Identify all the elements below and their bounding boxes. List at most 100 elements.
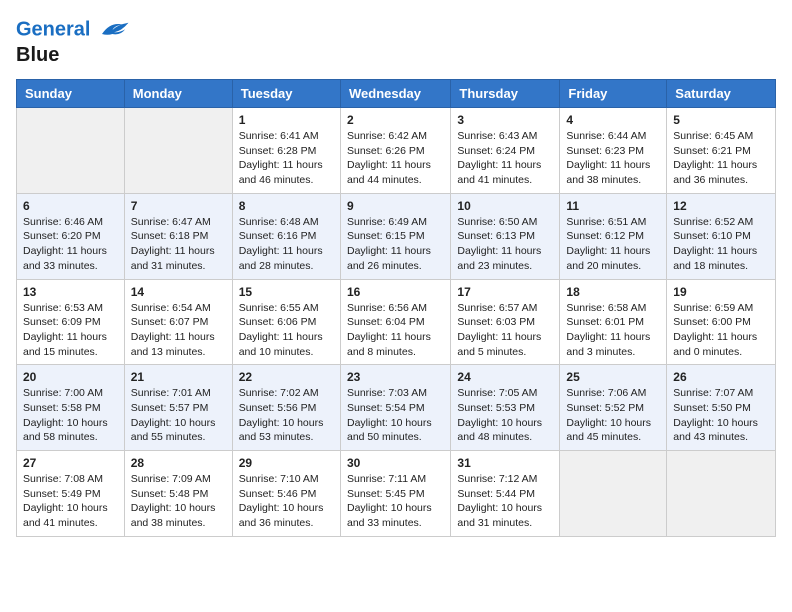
calendar-cell: 9 Sunrise: 6:49 AMSunset: 6:15 PMDaylight… bbox=[340, 193, 450, 279]
calendar-cell: 29Sunrise: 7:10 AMSunset: 5:46 PMDayligh… bbox=[232, 451, 340, 537]
day-number: 13 bbox=[23, 285, 118, 299]
day-number: 8 bbox=[239, 199, 334, 213]
cell-info: Sunrise: 6:56 AMSunset: 6:04 PMDaylight:… bbox=[347, 301, 444, 360]
calendar-cell: 11 Sunrise: 6:51 AMSunset: 6:12 PMDayligh… bbox=[560, 193, 667, 279]
cell-info: Sunrise: 7:00 AMSunset: 5:58 PMDaylight:… bbox=[23, 386, 118, 445]
day-number: 27 bbox=[23, 456, 118, 470]
cell-info: Sunrise: 6:49 AMSunset: 6:15 PMDaylight:… bbox=[347, 215, 444, 274]
calendar-cell: 5 Sunrise: 6:45 AMSunset: 6:21 PMDaylight… bbox=[667, 108, 776, 194]
calendar-cell bbox=[17, 108, 125, 194]
calendar-cell: 23 Sunrise: 7:03 AMSunset: 5:54 PMDayligh… bbox=[340, 365, 450, 451]
day-number: 11 bbox=[566, 199, 660, 213]
header-tuesday: Tuesday bbox=[232, 80, 340, 108]
day-number: 1 bbox=[239, 113, 334, 127]
calendar-cell: 1Sunrise: 6:41 AMSunset: 6:28 PMDaylight… bbox=[232, 108, 340, 194]
calendar-cell: 4Sunrise: 6:44 AMSunset: 6:23 PMDaylight… bbox=[560, 108, 667, 194]
calendar-cell: 26 Sunrise: 7:07 AMSunset: 5:50 PMDayligh… bbox=[667, 365, 776, 451]
day-number: 16 bbox=[347, 285, 444, 299]
cell-info: Sunrise: 6:50 AMSunset: 6:13 PMDaylight:… bbox=[457, 215, 553, 274]
calendar-header-row: SundayMondayTuesdayWednesdayThursdayFrid… bbox=[17, 80, 776, 108]
day-number: 29 bbox=[239, 456, 334, 470]
day-number: 26 bbox=[673, 370, 769, 384]
calendar-cell: 7 Sunrise: 6:47 AMSunset: 6:18 PMDaylight… bbox=[124, 193, 232, 279]
calendar-cell: 30Sunrise: 7:11 AMSunset: 5:45 PMDayligh… bbox=[340, 451, 450, 537]
calendar-cell: 8 Sunrise: 6:48 AMSunset: 6:16 PMDaylight… bbox=[232, 193, 340, 279]
day-number: 6 bbox=[23, 199, 118, 213]
calendar-cell: 24 Sunrise: 7:05 AMSunset: 5:53 PMDayligh… bbox=[451, 365, 560, 451]
calendar-cell: 22Sunrise: 7:02 AMSunset: 5:56 PMDayligh… bbox=[232, 365, 340, 451]
logo-general: General bbox=[16, 18, 90, 40]
cell-info: Sunrise: 7:06 AMSunset: 5:52 PMDaylight:… bbox=[566, 386, 660, 445]
cell-info: Sunrise: 6:52 AMSunset: 6:10 PMDaylight:… bbox=[673, 215, 769, 274]
cell-info: Sunrise: 6:59 AMSunset: 6:00 PMDaylight:… bbox=[673, 301, 769, 360]
calendar-week-row: 27 Sunrise: 7:08 AMSunset: 5:49 PMDayligh… bbox=[17, 451, 776, 537]
calendar-week-row: 1Sunrise: 6:41 AMSunset: 6:28 PMDaylight… bbox=[17, 108, 776, 194]
cell-info: Sunrise: 6:51 AMSunset: 6:12 PMDaylight:… bbox=[566, 215, 660, 274]
cell-info: Sunrise: 7:07 AMSunset: 5:50 PMDaylight:… bbox=[673, 386, 769, 445]
header-monday: Monday bbox=[124, 80, 232, 108]
day-number: 14 bbox=[131, 285, 226, 299]
cell-info: Sunrise: 7:01 AMSunset: 5:57 PMDaylight:… bbox=[131, 386, 226, 445]
header-wednesday: Wednesday bbox=[340, 80, 450, 108]
day-number: 10 bbox=[457, 199, 553, 213]
calendar-cell bbox=[560, 451, 667, 537]
day-number: 12 bbox=[673, 199, 769, 213]
calendar-cell: 28Sunrise: 7:09 AMSunset: 5:48 PMDayligh… bbox=[124, 451, 232, 537]
day-number: 18 bbox=[566, 285, 660, 299]
calendar-week-row: 20 Sunrise: 7:00 AMSunset: 5:58 PMDayligh… bbox=[17, 365, 776, 451]
cell-info: Sunrise: 7:03 AMSunset: 5:54 PMDaylight:… bbox=[347, 386, 444, 445]
page-header: General Blue bbox=[16, 16, 776, 67]
calendar-cell: 31 Sunrise: 7:12 AMSunset: 5:44 PMDayligh… bbox=[451, 451, 560, 537]
day-number: 31 bbox=[457, 456, 553, 470]
cell-info: Sunrise: 6:44 AMSunset: 6:23 PMDaylight:… bbox=[566, 129, 660, 188]
cell-info: Sunrise: 6:47 AMSunset: 6:18 PMDaylight:… bbox=[131, 215, 226, 274]
cell-info: Sunrise: 6:48 AMSunset: 6:16 PMDaylight:… bbox=[239, 215, 334, 274]
day-number: 2 bbox=[347, 113, 444, 127]
cell-info: Sunrise: 6:53 AMSunset: 6:09 PMDaylight:… bbox=[23, 301, 118, 360]
calendar-cell: 2Sunrise: 6:42 AMSunset: 6:26 PMDaylight… bbox=[340, 108, 450, 194]
day-number: 28 bbox=[131, 456, 226, 470]
calendar-cell: 18 Sunrise: 6:58 AMSunset: 6:01 PMDayligh… bbox=[560, 279, 667, 365]
cell-info: Sunrise: 7:08 AMSunset: 5:49 PMDaylight:… bbox=[23, 472, 118, 531]
cell-info: Sunrise: 6:43 AMSunset: 6:24 PMDaylight:… bbox=[457, 129, 553, 188]
day-number: 7 bbox=[131, 199, 226, 213]
calendar-cell: 10 Sunrise: 6:50 AMSunset: 6:13 PMDayligh… bbox=[451, 193, 560, 279]
calendar-cell: 19 Sunrise: 6:59 AMSunset: 6:00 PMDayligh… bbox=[667, 279, 776, 365]
calendar-cell: 3 Sunrise: 6:43 AMSunset: 6:24 PMDaylight… bbox=[451, 108, 560, 194]
day-number: 24 bbox=[457, 370, 553, 384]
cell-info: Sunrise: 6:58 AMSunset: 6:01 PMDaylight:… bbox=[566, 301, 660, 360]
day-number: 9 bbox=[347, 199, 444, 213]
day-number: 23 bbox=[347, 370, 444, 384]
day-number: 22 bbox=[239, 370, 334, 384]
day-number: 5 bbox=[673, 113, 769, 127]
calendar-cell bbox=[667, 451, 776, 537]
cell-info: Sunrise: 6:45 AMSunset: 6:21 PMDaylight:… bbox=[673, 129, 769, 188]
calendar-cell: 14 Sunrise: 6:54 AMSunset: 6:07 PMDayligh… bbox=[124, 279, 232, 365]
header-saturday: Saturday bbox=[667, 80, 776, 108]
calendar-cell: 21 Sunrise: 7:01 AMSunset: 5:57 PMDayligh… bbox=[124, 365, 232, 451]
header-thursday: Thursday bbox=[451, 80, 560, 108]
calendar-cell: 13 Sunrise: 6:53 AMSunset: 6:09 PMDayligh… bbox=[17, 279, 125, 365]
day-number: 21 bbox=[131, 370, 226, 384]
calendar-cell: 6 Sunrise: 6:46 AMSunset: 6:20 PMDaylight… bbox=[17, 193, 125, 279]
logo-bird-icon bbox=[98, 16, 130, 44]
header-sunday: Sunday bbox=[17, 80, 125, 108]
header-friday: Friday bbox=[560, 80, 667, 108]
cell-info: Sunrise: 7:12 AMSunset: 5:44 PMDaylight:… bbox=[457, 472, 553, 531]
day-number: 20 bbox=[23, 370, 118, 384]
calendar-week-row: 13 Sunrise: 6:53 AMSunset: 6:09 PMDayligh… bbox=[17, 279, 776, 365]
calendar-cell: 12 Sunrise: 6:52 AMSunset: 6:10 PMDayligh… bbox=[667, 193, 776, 279]
day-number: 19 bbox=[673, 285, 769, 299]
day-number: 3 bbox=[457, 113, 553, 127]
day-number: 25 bbox=[566, 370, 660, 384]
cell-info: Sunrise: 6:55 AMSunset: 6:06 PMDaylight:… bbox=[239, 301, 334, 360]
calendar-week-row: 6 Sunrise: 6:46 AMSunset: 6:20 PMDaylight… bbox=[17, 193, 776, 279]
calendar-table: SundayMondayTuesdayWednesdayThursdayFrid… bbox=[16, 79, 776, 537]
cell-info: Sunrise: 7:05 AMSunset: 5:53 PMDaylight:… bbox=[457, 386, 553, 445]
cell-info: Sunrise: 6:54 AMSunset: 6:07 PMDaylight:… bbox=[131, 301, 226, 360]
calendar-cell: 27 Sunrise: 7:08 AMSunset: 5:49 PMDayligh… bbox=[17, 451, 125, 537]
logo: General Blue bbox=[16, 16, 130, 67]
day-number: 15 bbox=[239, 285, 334, 299]
cell-info: Sunrise: 6:46 AMSunset: 6:20 PMDaylight:… bbox=[23, 215, 118, 274]
logo-blue: Blue bbox=[16, 44, 130, 67]
